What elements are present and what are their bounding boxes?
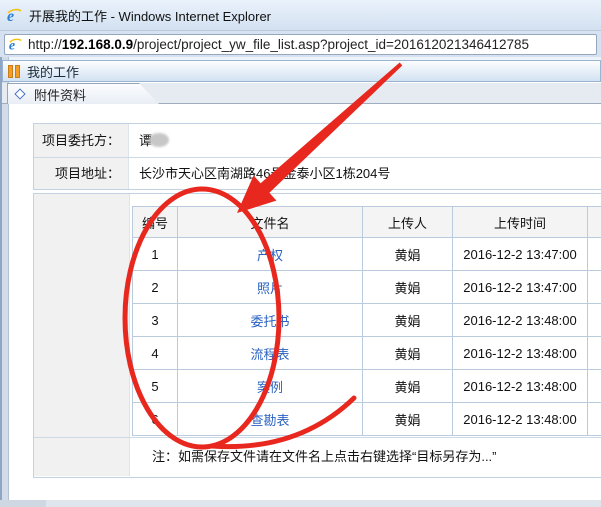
cell-uploader: 黄娟 xyxy=(363,238,453,271)
window-bottom-corner xyxy=(0,500,46,507)
cell-filename: 案例 xyxy=(178,370,363,403)
header-uploader: 上传人 xyxy=(363,207,453,238)
address-value: 长沙市天心区南湖路46号金泰小区1栋204号 xyxy=(129,158,601,189)
tab-attachments[interactable]: 附件资料 xyxy=(7,83,161,104)
file-link[interactable]: 照片 xyxy=(257,281,283,296)
cell-no: 3 xyxy=(133,304,178,337)
header-filename: 文件名 xyxy=(178,207,363,238)
files-table-header: 编号 文件名 上传人 上传时间 xyxy=(133,207,601,238)
cell-filename: 流程表 xyxy=(178,337,363,370)
files-table: 编号 文件名 上传人 上传时间 1 产权 黄娟 2016-12-2 13:47:… xyxy=(132,206,601,436)
cell-extra xyxy=(588,271,601,304)
section-title: 我的工作 xyxy=(27,62,79,81)
cell-time: 2016-12-2 13:47:00 xyxy=(453,238,588,271)
attachments-side-label xyxy=(34,194,130,437)
table-row: 3 委托书 黄娟 2016-12-2 13:48:00 xyxy=(133,304,601,337)
cell-filename: 照片 xyxy=(178,271,363,304)
note-row: 注：如需保存文件请在文件名上点击右键选择“目标另存为...” xyxy=(34,437,601,476)
attachments-box: 编号 文件名 上传人 上传时间 1 产权 黄娟 2016-12-2 13:47:… xyxy=(33,193,601,478)
form-row-address: 项目地址： 长沙市天心区南湖路46号金泰小区1栋204号 xyxy=(34,157,601,189)
browser-window: { "window": { "title": "开展我的工作 - Windows… xyxy=(0,0,601,507)
cell-uploader: 黄娟 xyxy=(363,271,453,304)
cell-time: 2016-12-2 13:48:00 xyxy=(453,403,588,436)
cell-time: 2016-12-2 13:48:00 xyxy=(453,337,588,370)
project-info-box: 项目委托方： 谭 项目地址： 长沙市天心区南湖路46号金泰小区1栋204号 xyxy=(33,123,601,190)
file-link[interactable]: 案例 xyxy=(257,380,283,395)
cell-uploader: 黄娟 xyxy=(363,337,453,370)
redaction-blob xyxy=(149,133,169,147)
address-bar-row: e http://192.168.0.9/project/project_yw_… xyxy=(0,31,601,58)
cell-no: 5 xyxy=(133,370,178,403)
title-bar: e 开展我的工作 - Windows Internet Explorer xyxy=(0,0,601,31)
cell-extra xyxy=(588,403,601,436)
cell-extra xyxy=(588,238,601,271)
address-label: 项目地址： xyxy=(34,158,129,189)
cell-extra xyxy=(588,304,601,337)
tab-label: 附件资料 xyxy=(34,85,86,104)
cell-no: 2 xyxy=(133,271,178,304)
client-value: 谭 xyxy=(129,124,601,157)
cell-no: 4 xyxy=(133,337,178,370)
orange-bars-icon xyxy=(8,65,20,78)
file-link[interactable]: 委托书 xyxy=(250,314,289,329)
table-row: 1 产权 黄娟 2016-12-2 13:47:00 xyxy=(133,238,601,271)
form-row-client: 项目委托方： 谭 xyxy=(34,124,601,157)
url-text: http://192.168.0.9/project/project_yw_fi… xyxy=(28,37,529,52)
section-header-bar: 我的工作 xyxy=(2,60,601,82)
cell-time: 2016-12-2 13:48:00 xyxy=(453,304,588,337)
file-link[interactable]: 产权 xyxy=(257,248,283,263)
note-text: 注：如需保存文件请在文件名上点击右键选择“目标另存为...” xyxy=(130,438,601,476)
address-input[interactable]: e http://192.168.0.9/project/project_yw_… xyxy=(4,34,597,55)
cell-uploader: 黄娟 xyxy=(363,304,453,337)
note-side-label xyxy=(34,438,130,476)
cell-uploader: 黄娟 xyxy=(363,370,453,403)
cell-filename: 委托书 xyxy=(178,304,363,337)
cell-time: 2016-12-2 13:47:00 xyxy=(453,271,588,304)
table-row: 5 案例 黄娟 2016-12-2 13:48:00 xyxy=(133,370,601,403)
attachments-table-row: 编号 文件名 上传人 上传时间 1 产权 黄娟 2016-12-2 13:47:… xyxy=(34,194,601,437)
file-link[interactable]: 流程表 xyxy=(250,347,289,362)
window-title: 开展我的工作 - Windows Internet Explorer xyxy=(29,6,271,25)
header-time: 上传时间 xyxy=(453,207,588,238)
client-label: 项目委托方： xyxy=(34,124,129,157)
cell-extra xyxy=(588,337,601,370)
url-domain: 192.168.0.9 xyxy=(62,37,133,52)
cell-extra xyxy=(588,370,601,403)
header-extra xyxy=(588,207,601,238)
cell-filename: 产权 xyxy=(178,238,363,271)
window-bottom-edge xyxy=(0,500,601,507)
file-link[interactable]: 查勘表 xyxy=(250,413,289,428)
cell-time: 2016-12-2 13:48:00 xyxy=(453,370,588,403)
table-row: 6 查勘表 黄娟 2016-12-2 13:48:00 xyxy=(133,403,601,436)
internet-explorer-icon: e xyxy=(6,7,23,24)
cell-uploader: 黄娟 xyxy=(363,403,453,436)
table-row: 4 流程表 黄娟 2016-12-2 13:48:00 xyxy=(133,337,601,370)
internet-explorer-icon: e xyxy=(8,37,23,52)
tab-strip: 附件资料 xyxy=(2,83,601,104)
cell-filename: 查勘表 xyxy=(178,403,363,436)
cell-no: 6 xyxy=(133,403,178,436)
header-no: 编号 xyxy=(133,207,178,238)
diamond-icon xyxy=(14,88,25,99)
window-left-edge xyxy=(2,57,9,507)
cell-no: 1 xyxy=(133,238,178,271)
table-row: 2 照片 黄娟 2016-12-2 13:47:00 xyxy=(133,271,601,304)
